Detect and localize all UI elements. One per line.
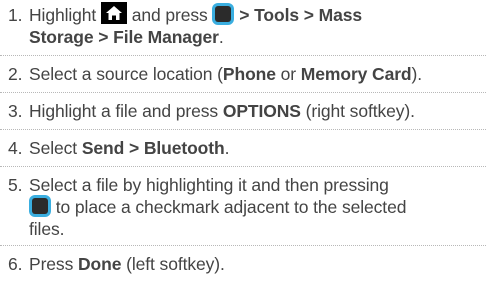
step-1: 1. Highlight and press > Tools > Mass St… xyxy=(0,2,486,50)
step-number: 6. xyxy=(8,254,23,274)
select-key-icon xyxy=(29,195,51,218)
step-text: Press Done (left softkey). xyxy=(29,254,225,274)
divider xyxy=(0,129,486,131)
divider xyxy=(0,55,486,57)
step-number: 1. xyxy=(8,5,23,25)
step-text-line-3: files. xyxy=(29,219,65,239)
step-number: 4. xyxy=(8,138,23,158)
step-text: Highlight a file and press OPTIONS (righ… xyxy=(29,101,415,121)
step-text: Highlight and press > Tools > Mass xyxy=(29,2,486,27)
step-4: 4. Select Send > Bluetooth. xyxy=(0,137,486,159)
divider xyxy=(0,166,486,168)
step-number: 2. xyxy=(8,64,23,84)
step-text: Select a file by highlighting it and the… xyxy=(29,175,389,195)
step-6: 6. Press Done (left softkey). xyxy=(0,253,486,275)
step-3: 3. Highlight a file and press OPTIONS (r… xyxy=(0,100,486,122)
divider xyxy=(0,92,486,94)
step-text-line-2: to place a checkmark adjacent to the sel… xyxy=(29,195,486,219)
step-number: 3. xyxy=(8,101,23,121)
divider xyxy=(0,245,486,247)
step-text: Select a source location (Phone or Memor… xyxy=(29,64,423,84)
home-icon xyxy=(100,2,127,25)
step-text: Select Send > Bluetooth. xyxy=(29,138,230,158)
instruction-steps: 1. Highlight and press > Tools > Mass St… xyxy=(0,0,486,284)
step-number: 5. xyxy=(8,175,23,195)
select-key-icon xyxy=(212,3,235,26)
step-2: 2. Select a source location (Phone or Me… xyxy=(0,63,486,85)
step-text-line-2: Storage > File Manager. xyxy=(29,27,224,47)
step-5: 5. Select a file by highlighting it and … xyxy=(0,174,486,240)
